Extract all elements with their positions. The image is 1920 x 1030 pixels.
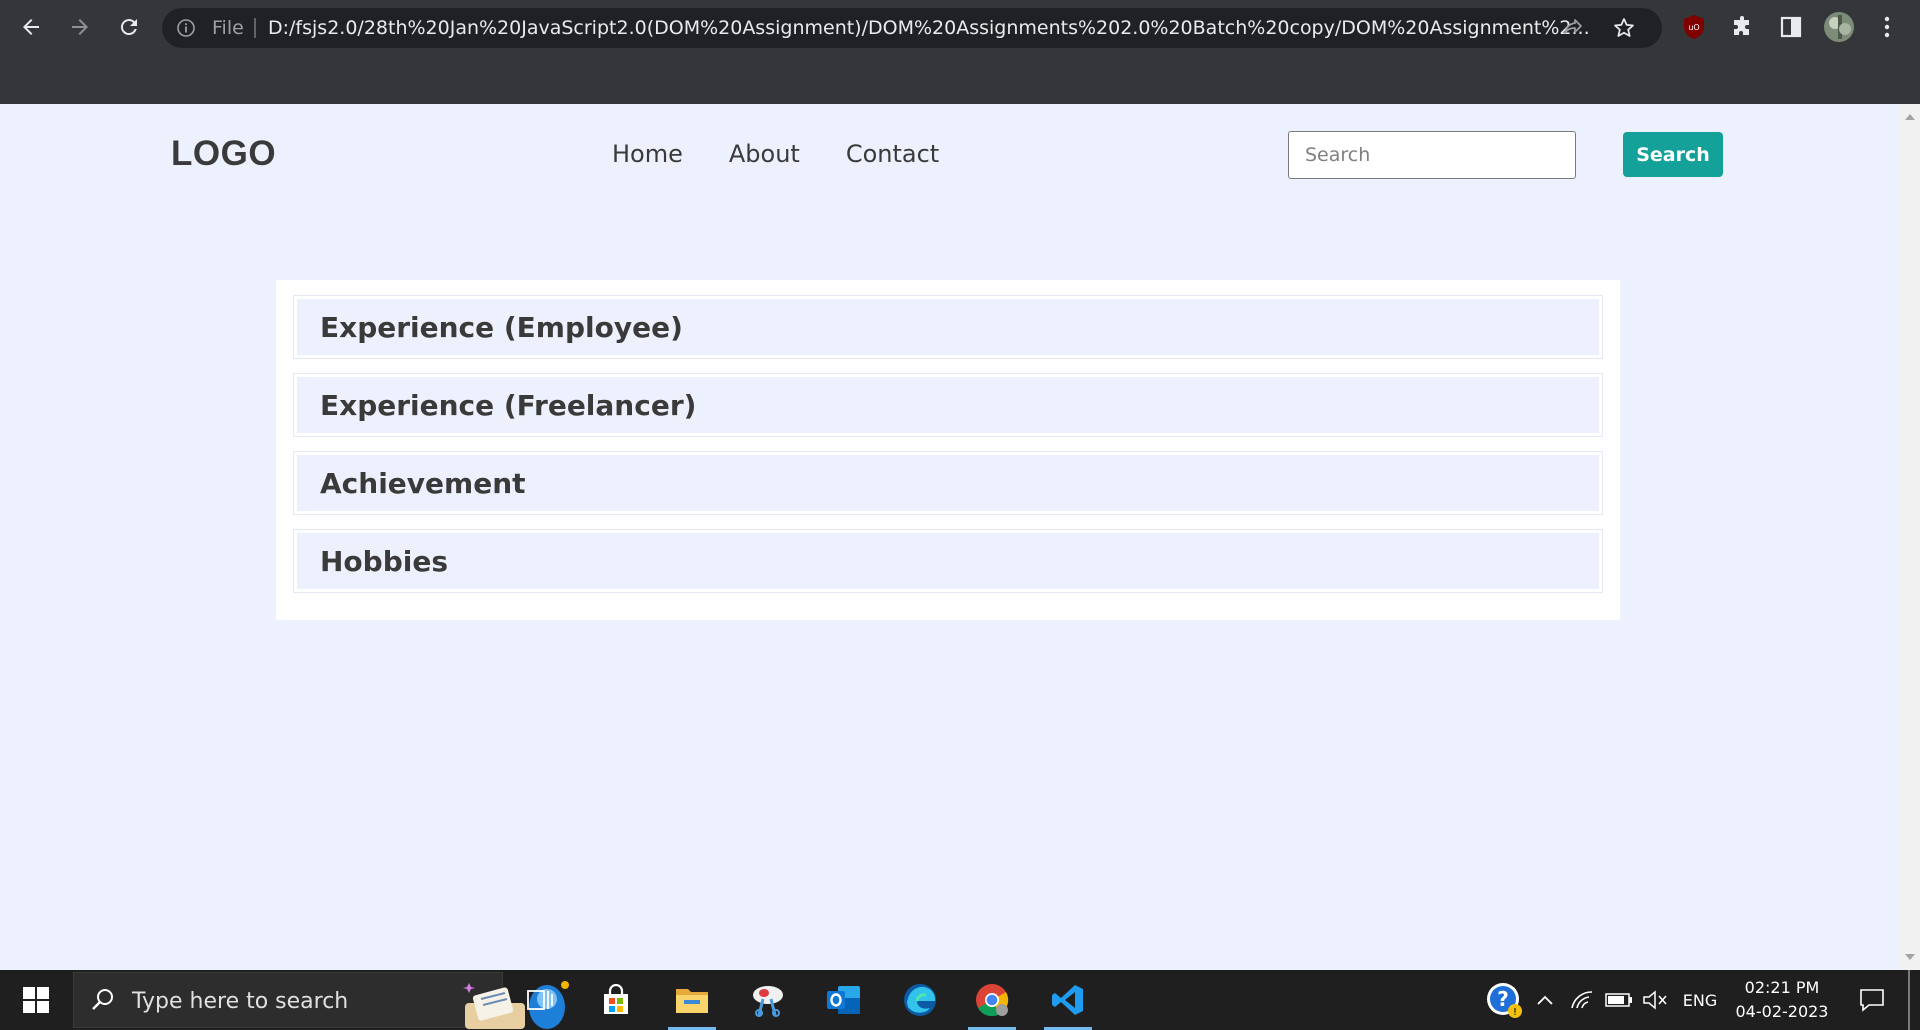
wifi-icon[interactable]	[1566, 970, 1598, 1030]
nav-about-link[interactable]: About	[729, 140, 800, 168]
ublock-icon[interactable]: uO	[1677, 10, 1711, 44]
windows-logo-icon	[23, 987, 49, 1013]
search-icon	[90, 987, 116, 1017]
windows-start-button[interactable]	[0, 970, 72, 1030]
edge-icon[interactable]	[888, 970, 952, 1030]
clock-time: 02:21 PM	[1744, 978, 1820, 997]
chrome-icon[interactable]	[960, 970, 1024, 1030]
main-nav: Home About Contact	[612, 140, 939, 168]
omnibox-divider	[254, 18, 256, 38]
svg-text:!: !	[1513, 1007, 1517, 1018]
accordion-item-title: Experience (Freelancer)	[320, 388, 697, 422]
scroll-down-arrow-icon[interactable]	[1905, 954, 1915, 960]
task-view-icon[interactable]	[508, 970, 572, 1030]
accordion-item-achievement[interactable]: Achievement	[293, 451, 1603, 515]
info-icon[interactable]	[176, 18, 196, 42]
browser-toolbar: File D:/fsjs2.0/28th%20Jan%20JavaScript2…	[0, 0, 1920, 56]
accordion-item-experience-freelancer[interactable]: Experience (Freelancer)	[293, 373, 1603, 437]
snipping-tool-icon[interactable]	[736, 970, 800, 1030]
accordion-item-experience-employee[interactable]: Experience (Employee)	[293, 295, 1603, 359]
vscode-icon[interactable]	[1036, 970, 1100, 1030]
help-icon[interactable]: ?!	[1480, 970, 1528, 1030]
windows-taskbar: Type here to search ? ! ENG 02:21 PM 04-…	[0, 970, 1920, 1030]
language-indicator[interactable]: ENG	[1678, 970, 1722, 1030]
accordion-item-title: Hobbies	[320, 544, 449, 578]
outlook-icon[interactable]	[812, 970, 876, 1030]
file-explorer-icon[interactable]	[660, 970, 724, 1030]
profile-avatar[interactable]	[1822, 10, 1856, 44]
reload-icon[interactable]	[112, 10, 146, 44]
notification-center-icon[interactable]	[1852, 970, 1892, 1030]
show-hidden-icons-chevron-icon[interactable]	[1530, 970, 1560, 1030]
share-icon[interactable]	[1562, 17, 1584, 43]
scroll-up-arrow-icon[interactable]	[1905, 114, 1915, 120]
menu-icon[interactable]	[1870, 10, 1904, 44]
clock-date: 04-02-2023	[1735, 1002, 1829, 1021]
accordion-item-hobbies[interactable]: Hobbies	[293, 529, 1603, 593]
browser-chrome: File D:/fsjs2.0/28th%20Jan%20JavaScript2…	[0, 0, 1920, 104]
taskbar-clock[interactable]: 02:21 PM 04-02-2023	[1730, 976, 1834, 1024]
page-scrollbar[interactable]	[1900, 104, 1920, 970]
nav-contact-link[interactable]: Contact	[846, 140, 939, 168]
forward-icon[interactable]	[63, 10, 97, 44]
battery-icon[interactable]	[1602, 970, 1636, 1030]
svg-text:?: ?	[1497, 987, 1509, 1011]
page-viewport: LOGO Home About Contact Search Experienc…	[0, 104, 1900, 970]
accordion: Experience (Employee) Experience (Freela…	[276, 280, 1620, 620]
star-icon[interactable]	[1612, 16, 1636, 44]
nav-home-link[interactable]: Home	[612, 140, 683, 168]
accordion-item-title: Achievement	[320, 466, 526, 500]
url-text[interactable]: D:/fsjs2.0/28th%20Jan%20JavaScript2.0(DO…	[268, 17, 1608, 39]
microsoft-store-icon[interactable]	[584, 970, 648, 1030]
accordion-item-title: Experience (Employee)	[320, 310, 683, 344]
taskbar-search-box[interactable]: Type here to search	[73, 972, 569, 1029]
side-panel-icon[interactable]	[1774, 10, 1808, 44]
taskbar-search-placeholder: Type here to search	[132, 989, 349, 1014]
volume-muted-icon[interactable]	[1638, 970, 1672, 1030]
address-bar[interactable]: File D:/fsjs2.0/28th%20Jan%20JavaScript2…	[162, 8, 1662, 48]
extensions-icon[interactable]	[1726, 10, 1760, 44]
show-desktop-divider[interactable]	[1908, 970, 1910, 1030]
search-input[interactable]	[1288, 131, 1576, 179]
back-icon[interactable]	[14, 10, 48, 44]
search-button[interactable]: Search	[1623, 132, 1723, 177]
site-logo[interactable]: LOGO	[171, 134, 276, 174]
svg-text:uO: uO	[1688, 23, 1699, 32]
scheme-label: File	[212, 17, 244, 39]
